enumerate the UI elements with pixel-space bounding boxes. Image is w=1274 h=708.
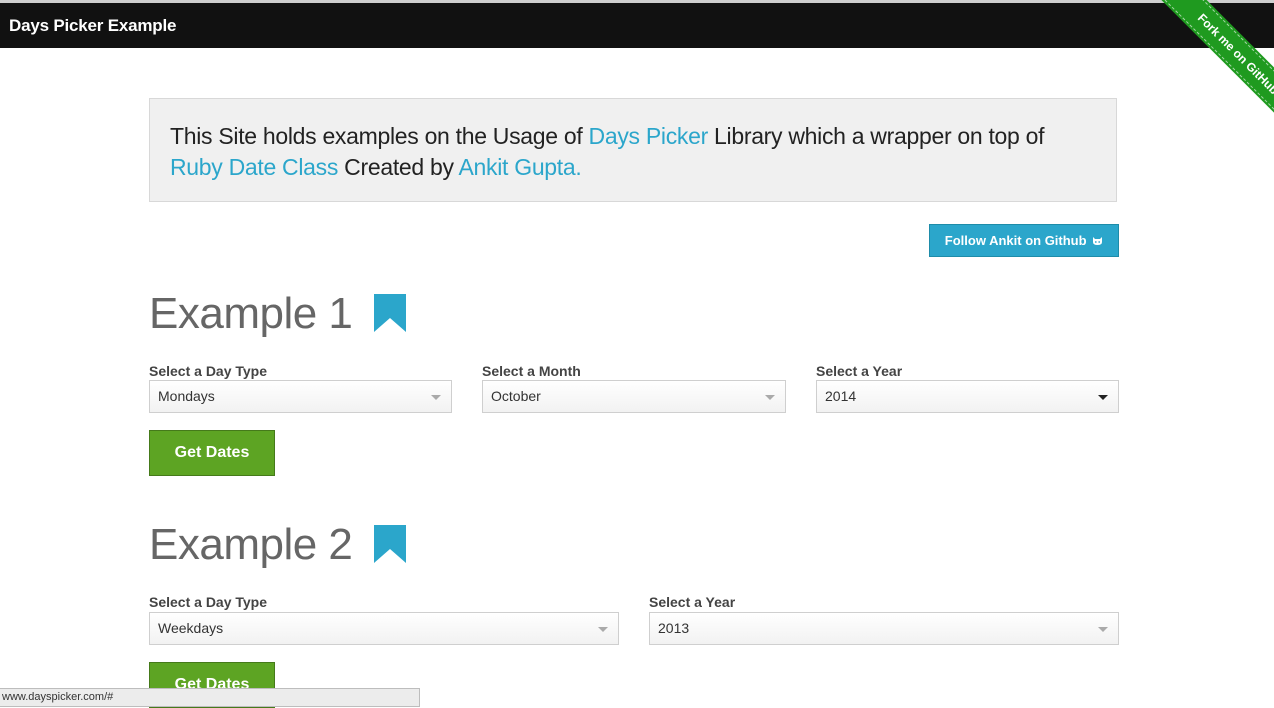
- follow-button-label: Follow Ankit on Github: [944, 233, 1087, 248]
- author-link[interactable]: Ankit Gupta.: [459, 154, 582, 180]
- intro-text: Created by: [338, 154, 459, 180]
- example-1-title: Example 1: [149, 289, 353, 338]
- month-label: Select a Month: [482, 363, 581, 379]
- intro-text: Library which a wrapper on top of: [707, 123, 1045, 149]
- year-label: Select a Year: [816, 363, 903, 379]
- bookmark-icon: [374, 294, 407, 333]
- year-value: 2013: [658, 620, 690, 636]
- bookmark-icon: [374, 525, 407, 564]
- chevron-down-icon: [598, 627, 608, 632]
- intro-text: This Site holds examples on the Usage of: [170, 123, 589, 149]
- fork-me-ribbon[interactable]: Fork me on GitHub: [1150, 0, 1274, 140]
- day-type-select[interactable]: Mondays: [149, 380, 452, 413]
- year-select[interactable]: 2014: [816, 380, 1119, 413]
- github-ribbon-container: Fork me on GitHub: [1134, 0, 1274, 140]
- chevron-down-icon: [431, 395, 441, 400]
- example-2-heading: Example 2: [149, 520, 407, 570]
- ruby-date-class-link[interactable]: Ruby Date Class: [170, 154, 338, 180]
- day-type-label: Select a Day Type: [149, 363, 268, 379]
- month-value: October: [491, 388, 541, 404]
- year-value: 2014: [825, 388, 857, 404]
- day-type-label: Select a Day Type: [149, 594, 268, 610]
- top-navbar: Days Picker Example: [0, 3, 1274, 48]
- chevron-down-icon: [1098, 627, 1108, 632]
- day-type-value: Mondays: [158, 388, 215, 404]
- day-type-select[interactable]: Weekdays: [149, 612, 619, 645]
- browser-status-bar: www.dayspicker.com/#: [0, 688, 420, 707]
- year-label: Select a Year: [649, 594, 736, 610]
- status-url: www.dayspicker.com/#: [2, 691, 114, 703]
- year-select[interactable]: 2013: [649, 612, 1119, 645]
- chevron-down-icon: [765, 395, 775, 400]
- follow-on-github-button[interactable]: Follow Ankit on Github: [929, 224, 1119, 257]
- month-select[interactable]: October: [482, 380, 786, 413]
- get-dates-button[interactable]: Get Dates: [149, 430, 275, 476]
- days-picker-link[interactable]: Days Picker: [589, 123, 709, 149]
- example-1-heading: Example 1: [149, 289, 407, 339]
- brand-title[interactable]: Days Picker Example: [9, 16, 176, 36]
- example-2-title: Example 2: [149, 520, 353, 569]
- octocat-icon: [1093, 237, 1103, 245]
- intro-panel: This Site holds examples on the Usage of…: [149, 98, 1117, 202]
- chevron-down-icon: [1098, 395, 1108, 400]
- day-type-value: Weekdays: [158, 620, 224, 636]
